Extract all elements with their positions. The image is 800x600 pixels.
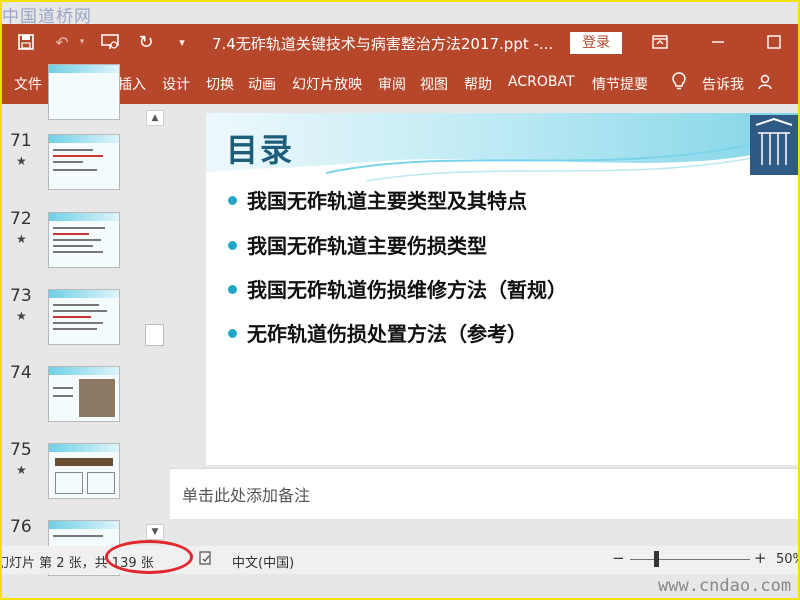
spell-check-icon[interactable] <box>198 550 214 570</box>
thumbnail-number: 76 <box>10 517 32 537</box>
tell-me-search[interactable]: 告诉我 <box>702 74 744 94</box>
bullet-item: 我国无砟轨道伤损维修方法（暂规） <box>228 274 567 303</box>
title-bar: ↶ ▾ ↻ ▾ 7.4无砟轨道关键技术与病害整治方法2017.ppt -... … <box>2 24 798 62</box>
minimize-icon[interactable] <box>706 30 730 54</box>
lightbulb-icon[interactable] <box>672 72 686 94</box>
customize-toolbar-icon[interactable]: ▾ <box>170 30 194 54</box>
tab-insert[interactable]: 插入 <box>118 74 146 94</box>
university-logo <box>750 115 798 175</box>
bullet-text: 无砟轨道伤损处置方法（参考） <box>247 322 527 346</box>
bullet-dot-icon <box>228 241 237 250</box>
bullet-text: 我国无砟轨道主要伤损类型 <box>247 234 487 258</box>
scroll-down-icon[interactable]: ▼ <box>146 524 164 540</box>
bullet-text: 我国无砟轨道主要类型及其特点 <box>247 189 527 213</box>
animation-star-icon: ★ <box>16 154 27 168</box>
slide-thumbnail[interactable] <box>48 212 120 268</box>
bullet-item: 我国无砟轨道主要伤损类型 <box>228 230 487 259</box>
highlight-circle-annotation <box>105 540 193 574</box>
thumbnail-number: 71 <box>10 131 32 151</box>
animation-star-icon: ★ <box>16 309 27 323</box>
maximize-icon[interactable] <box>762 30 786 54</box>
slide-thumbnail-pane: 71 ★ 72 ★ 73 ★ 74 75 ★ 76 <box>2 64 168 576</box>
tab-view[interactable]: 视图 <box>420 74 448 94</box>
tab-storyboard[interactable]: 情节提要 <box>592 74 648 94</box>
share-user-icon[interactable] <box>758 74 774 94</box>
login-button[interactable]: 登录 <box>570 32 622 54</box>
undo-dropdown-icon[interactable]: ▾ <box>70 30 94 54</box>
thumbnail-scrollbar[interactable]: ▲ ▼ <box>145 106 164 542</box>
tab-transitions[interactable]: 切换 <box>206 74 234 94</box>
document-title: 7.4无砟轨道关键技术与病害整治方法2017.ppt -... <box>212 35 554 53</box>
thumbnail-number: 75 <box>10 440 32 460</box>
slide-thumbnail[interactable] <box>48 64 120 120</box>
tab-animations[interactable]: 动画 <box>248 74 276 94</box>
save-icon[interactable] <box>14 30 38 54</box>
bullet-dot-icon <box>228 196 237 205</box>
animation-star-icon: ★ <box>16 232 27 246</box>
thumbnail-number: 74 <box>10 363 32 383</box>
zoom-slider-handle[interactable] <box>654 551 659 567</box>
ribbon-display-options-icon[interactable] <box>648 30 672 54</box>
bullet-dot-icon <box>228 285 237 294</box>
watermark-bottom: www.cndao.com <box>658 576 792 596</box>
app-window: 中国道桥网 ↶ ▾ ↻ ▾ 7.4无砟轨道关键技术与病害整治方法2017.ppt… <box>0 0 800 600</box>
slide-thumbnail[interactable] <box>48 443 120 499</box>
slide-title: 目录 <box>226 131 295 169</box>
notes-pane[interactable]: 单击此处添加备注 <box>170 468 798 519</box>
bullet-item: 无砟轨道伤损处置方法（参考） <box>228 318 527 347</box>
slide-thumbnail[interactable] <box>48 134 120 190</box>
slide-canvas[interactable]: 目录 我国无砟轨道主要类型及其特点 我国无砟轨道主要伤损类型 我国无砟轨道伤损维… <box>206 113 798 465</box>
tab-file[interactable]: 文件 <box>14 74 42 94</box>
redo-icon[interactable]: ↻ <box>134 30 158 54</box>
tab-slideshow[interactable]: 幻灯片放映 <box>292 74 362 94</box>
bullet-dot-icon <box>228 329 237 338</box>
zoom-slider[interactable] <box>630 559 750 560</box>
zoom-in-button[interactable]: + <box>754 549 767 567</box>
language-status[interactable]: 中文(中国) <box>232 552 294 571</box>
animation-star-icon: ★ <box>16 463 27 477</box>
tab-acrobat[interactable]: ACROBAT <box>508 74 575 90</box>
scroll-up-icon[interactable]: ▲ <box>146 110 164 126</box>
bullet-item: 我国无砟轨道主要类型及其特点 <box>228 185 527 214</box>
slide-thumbnail[interactable] <box>48 289 120 345</box>
tab-design[interactable]: 设计 <box>162 74 190 94</box>
slide-header-swoosh <box>206 113 798 182</box>
thumbnail-number: 73 <box>10 286 32 306</box>
ribbon-tabs: 文件 开始 插入 设计 切换 动画 幻灯片放映 审阅 视图 帮助 ACROBAT… <box>2 62 798 104</box>
tab-help[interactable]: 帮助 <box>464 74 492 94</box>
zoom-level[interactable]: 50% <box>776 552 798 567</box>
scrollbar-thumb[interactable] <box>145 324 164 346</box>
slide-thumbnail[interactable] <box>48 366 120 422</box>
notes-placeholder: 单击此处添加备注 <box>182 486 311 505</box>
thumbnail-number: 72 <box>10 209 32 229</box>
zoom-out-button[interactable]: − <box>612 549 625 567</box>
bullet-text: 我国无砟轨道伤损维修方法（暂规） <box>247 278 567 302</box>
tab-review[interactable]: 审阅 <box>378 74 406 94</box>
watermark-top: 中国道桥网 <box>2 7 92 27</box>
present-from-beginning-icon[interactable] <box>98 30 122 54</box>
